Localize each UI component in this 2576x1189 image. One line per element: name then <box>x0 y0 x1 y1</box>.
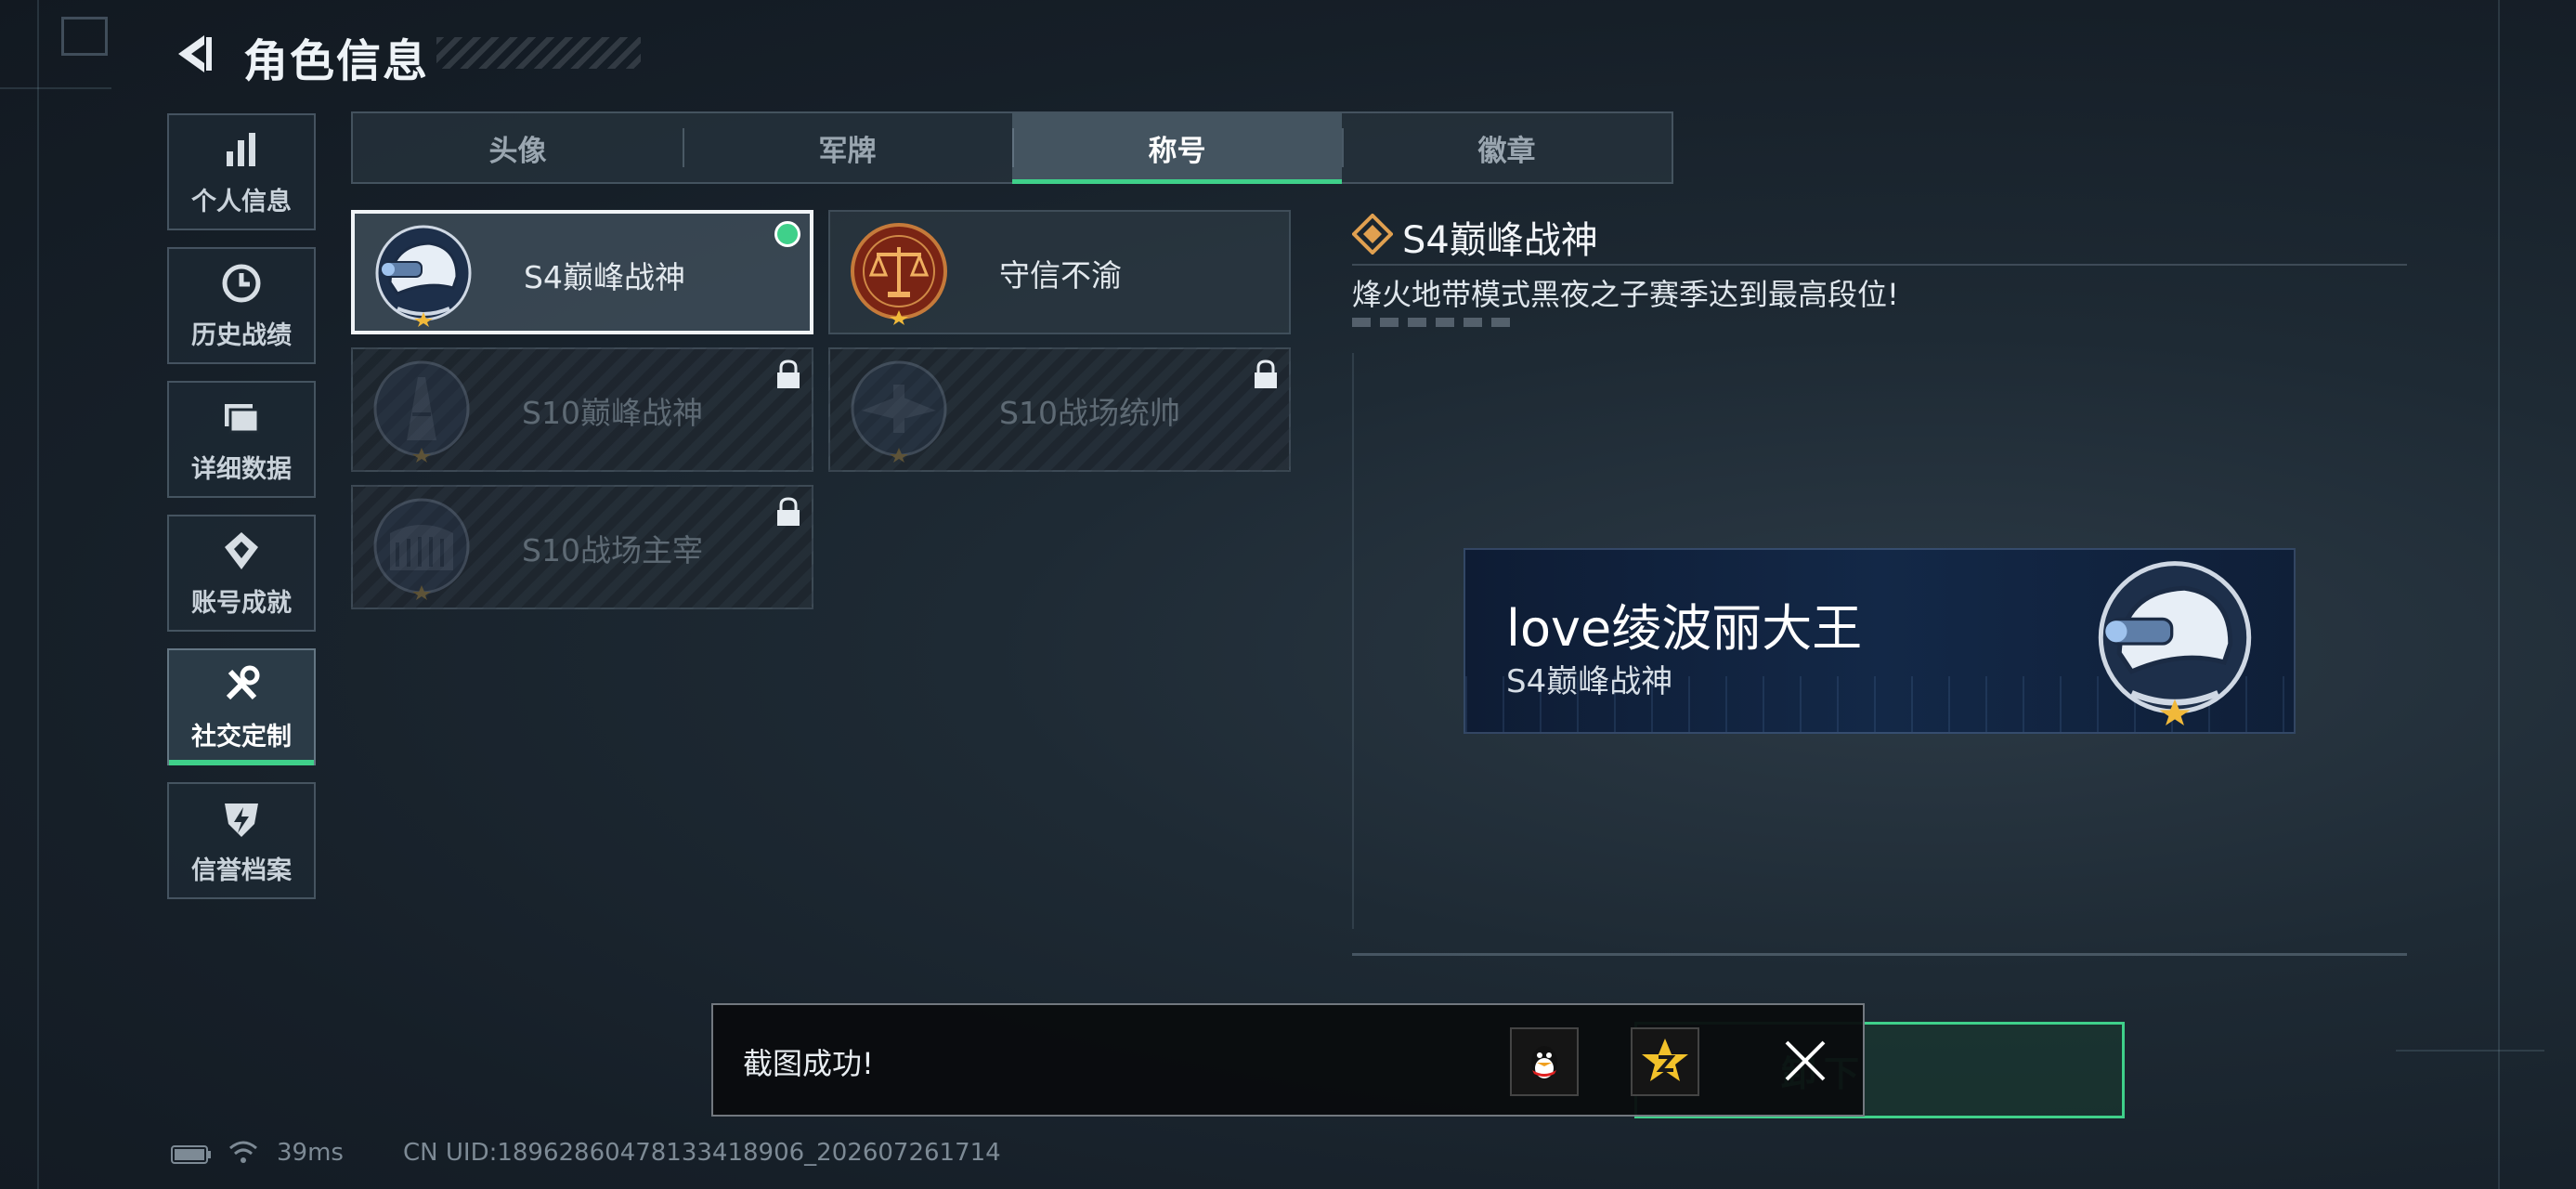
lock-icon <box>1255 359 1277 388</box>
frame-decoration <box>1352 353 1354 929</box>
sidebar-item-label: 账号成就 <box>191 588 292 618</box>
diamond-icon <box>1352 214 1393 255</box>
title-card-s10-commander[interactable]: S10战场统帅 <box>828 347 1291 472</box>
back-arrow-icon <box>178 35 212 72</box>
title-card-name: S10战场主宰 <box>522 532 703 568</box>
tools-icon <box>226 665 260 699</box>
divider <box>1352 264 2407 266</box>
divider <box>1352 953 2407 956</box>
ping-readout: 39ms <box>277 1139 344 1167</box>
page-title: 角色信息 <box>243 35 430 87</box>
title-card-name: S10战场统帅 <box>999 395 1180 431</box>
achievement-icon <box>225 531 258 569</box>
sidebar-item-label: 历史战绩 <box>191 320 292 350</box>
share-qq-button[interactable] <box>1510 1027 1579 1096</box>
close-icon[interactable] <box>1779 1035 1831 1087</box>
sidebar-item-social-custom[interactable]: 社交定制 <box>167 648 316 765</box>
title-card-name: 守信不渝 <box>999 257 1122 294</box>
title-preview-banner: love绫波丽大王 S4巅峰战神 <box>1464 548 2296 734</box>
tab-avatar[interactable]: 头像 <box>353 113 683 182</box>
bar-chart-icon <box>227 132 255 166</box>
back-button[interactable] <box>167 28 219 80</box>
category-tabs: 头像 军牌 称号 徽章 <box>351 111 1673 184</box>
tab-dog-tag[interactable]: 军牌 <box>683 113 1012 182</box>
title-card-name: S4巅峰战神 <box>524 259 685 295</box>
share-qzone-button[interactable] <box>1631 1027 1699 1096</box>
sidebar-item-reputation[interactable]: 信誉档案 <box>167 782 316 899</box>
folder-icon <box>225 403 260 433</box>
title-card-s4-peak[interactable]: S4巅峰战神 <box>351 210 813 334</box>
qzone-icon <box>1642 1039 1688 1081</box>
helmet-emblem-icon <box>2098 561 2252 726</box>
tab-badge[interactable]: 徽章 <box>1342 113 1672 182</box>
helmet-emblem-icon <box>375 225 472 327</box>
screenshot-toast: 截图成功! <box>711 1003 1865 1117</box>
tab-title[interactable]: 称号 <box>1012 113 1342 184</box>
sidebar-item-achievements[interactable]: 账号成就 <box>167 515 316 632</box>
detail-description: 烽火地带模式黑夜之子赛季达到最高段位! <box>1352 277 1899 312</box>
preview-player-name: love绫波丽大王 <box>1506 599 1863 658</box>
colosseum-emblem-icon <box>373 498 470 600</box>
sidebar-item-personal-info[interactable]: 个人信息 <box>167 113 316 230</box>
aircraft-emblem-icon <box>851 360 947 463</box>
equipped-indicator <box>774 221 800 247</box>
sidebar-item-label: 详细数据 <box>191 454 292 484</box>
detail-title: S4巅峰战神 <box>1402 219 1598 262</box>
toast-message: 截图成功! <box>743 1046 874 1081</box>
title-card-s10-dominator[interactable]: S10战场主宰 <box>351 485 813 609</box>
title-card-s10-peak[interactable]: S10巅峰战神 <box>351 347 813 472</box>
lock-icon <box>777 497 800 526</box>
wifi-icon <box>229 1141 257 1163</box>
lock-icon <box>777 359 800 388</box>
corner-decoration <box>61 17 108 56</box>
title-decoration <box>436 37 641 69</box>
sidebar-item-label: 社交定制 <box>191 722 292 751</box>
shield-icon <box>225 803 258 837</box>
scales-emblem-icon <box>851 223 947 325</box>
sidebar-item-detail-data[interactable]: 详细数据 <box>167 381 316 498</box>
battery-icon <box>171 1145 211 1164</box>
title-card-name: S10巅峰战神 <box>522 395 703 431</box>
sidebar-item-label: 信誉档案 <box>191 856 292 885</box>
tower-emblem-icon <box>373 360 470 463</box>
title-card-trustworthy[interactable]: 守信不渝 <box>828 210 1291 334</box>
sidebar-item-history[interactable]: 历史战绩 <box>167 247 316 364</box>
preview-title: S4巅峰战神 <box>1506 663 1673 700</box>
uid-readout: CN UID:18962860478133418906_202607261714 <box>403 1139 1001 1167</box>
sidebar-item-label: 个人信息 <box>191 187 292 216</box>
detail-subtext-decoration <box>1352 318 1519 327</box>
clock-icon <box>222 264 261 302</box>
qq-icon <box>1531 1046 1557 1079</box>
